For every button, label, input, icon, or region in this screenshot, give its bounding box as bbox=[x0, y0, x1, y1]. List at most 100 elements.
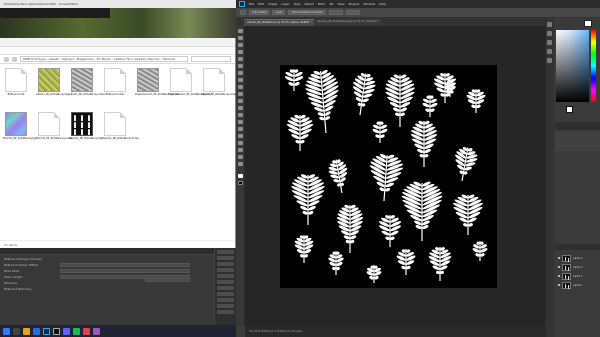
pen-tool-icon[interactable] bbox=[238, 127, 243, 131]
outliner-row[interactable] bbox=[217, 268, 234, 272]
detail-value-field[interactable] bbox=[60, 263, 190, 267]
gradient-tool-icon[interactable] bbox=[238, 106, 243, 110]
menu-file[interactable]: File bbox=[249, 2, 254, 6]
menu-select[interactable]: Select bbox=[305, 2, 314, 6]
eraser-tool-icon[interactable] bbox=[238, 99, 243, 103]
browser-icon[interactable] bbox=[33, 327, 40, 335]
music-icon[interactable] bbox=[73, 327, 80, 335]
outliner-row[interactable] bbox=[217, 280, 234, 284]
foreground-color-swatch[interactable] bbox=[238, 174, 243, 178]
chat-icon[interactable] bbox=[63, 327, 70, 335]
hand-tool-icon[interactable] bbox=[238, 155, 243, 159]
blur-tool-icon[interactable] bbox=[238, 113, 243, 117]
photoshop-logo-icon[interactable] bbox=[239, 1, 245, 7]
address-bar[interactable]: RMM Prototype › Assets › Stylized › Mega… bbox=[20, 56, 188, 62]
outliner-row[interactable] bbox=[217, 310, 234, 314]
layer-row[interactable]: Alpha 4 bbox=[558, 254, 598, 262]
outliner-row[interactable] bbox=[217, 274, 234, 278]
visibility-eye-icon[interactable] bbox=[558, 266, 560, 268]
channels-panel-header[interactable] bbox=[555, 244, 600, 250]
app-icon[interactable] bbox=[93, 327, 100, 335]
menu-edit[interactable]: Edit bbox=[258, 2, 264, 6]
color-field[interactable] bbox=[556, 30, 589, 102]
lasso-tool-icon[interactable] bbox=[238, 43, 243, 47]
history-icon[interactable] bbox=[547, 22, 552, 27]
fern-opacity-canvas[interactable] bbox=[280, 65, 497, 288]
forward-arrow-icon[interactable] bbox=[12, 56, 17, 62]
type-tool-icon[interactable] bbox=[238, 134, 243, 138]
visibility-eye-icon[interactable] bbox=[558, 275, 560, 277]
viewport-toolbar[interactable] bbox=[0, 8, 110, 18]
history-brush-tool-icon[interactable] bbox=[238, 92, 243, 96]
brush-settings-icon[interactable] bbox=[547, 40, 552, 45]
align-buttons[interactable] bbox=[328, 10, 343, 15]
file-item[interactable]: Displacement_8K_RoltaNucay.mlm bbox=[168, 68, 211, 108]
outliner-row[interactable] bbox=[217, 250, 234, 254]
background-color-swatch[interactable] bbox=[238, 181, 243, 185]
layers-panel-tabs[interactable] bbox=[555, 122, 600, 130]
folder-icon[interactable] bbox=[23, 327, 30, 335]
file-item[interactable]: Albedo_8K_RoltaNucay.tga bbox=[36, 68, 69, 108]
outliner-row[interactable] bbox=[217, 262, 234, 266]
menu-layer[interactable]: Layer bbox=[281, 2, 289, 6]
eyedropper-tool-icon[interactable] bbox=[238, 64, 243, 68]
color-swatch-secondary[interactable] bbox=[566, 106, 573, 113]
visibility-eye-icon[interactable] bbox=[558, 284, 560, 286]
layer-row[interactable]: Alpha 1 bbox=[558, 281, 598, 289]
menu-type[interactable]: Type bbox=[294, 2, 301, 6]
zoom-tool-icon[interactable] bbox=[238, 162, 243, 166]
search-input[interactable] bbox=[191, 56, 231, 62]
move-tool-icon[interactable] bbox=[238, 29, 243, 33]
document-tab-active[interactable]: Albedo_8K_RoltaNucay @ 33.3% (Alpha, RGB… bbox=[244, 19, 315, 26]
menu-3d[interactable]: 3D bbox=[329, 2, 333, 6]
menu-filter[interactable]: Filter bbox=[318, 2, 325, 6]
crop-tool-icon[interactable] bbox=[238, 57, 243, 61]
layer-row[interactable]: Alpha 3 bbox=[558, 263, 598, 271]
unreal-icon[interactable] bbox=[53, 327, 60, 335]
file-item[interactable]: Displacement_8K_RoltaNucay.index bbox=[135, 68, 179, 108]
path-selection-tool-icon[interactable] bbox=[238, 141, 243, 145]
start-icon[interactable] bbox=[3, 327, 10, 335]
menu-help[interactable]: Help bbox=[379, 2, 386, 6]
canvas-area[interactable] bbox=[245, 26, 545, 326]
menu-view[interactable]: View bbox=[337, 2, 344, 6]
outliner-row[interactable] bbox=[217, 304, 234, 308]
file-item[interactable]: Opacity_8K_RoltaNucay.tga bbox=[69, 112, 103, 152]
auto-select-target-dropdown[interactable]: Layer bbox=[272, 10, 286, 15]
search-icon[interactable] bbox=[13, 327, 20, 335]
file-item[interactable]: Normal_8K_RoltaNucay.index bbox=[36, 112, 72, 152]
menu-plugins[interactable]: Plugins bbox=[349, 2, 360, 6]
show-transform-checkbox[interactable]: Show Transform Controls bbox=[288, 10, 326, 15]
file-item[interactable]: Albedo_8K_RoltaNucay.index bbox=[69, 68, 105, 108]
explorer-titlebar[interactable] bbox=[0, 38, 235, 47]
move-tool-icon[interactable] bbox=[240, 10, 246, 15]
document-tab[interactable]: Opacity_8K_RoltaNucay.tga @ 33.3% (Gray/… bbox=[314, 19, 382, 26]
app-icon[interactable] bbox=[83, 327, 90, 335]
file-item[interactable]: Opacity_8K_RoltaNucay.index bbox=[102, 112, 139, 152]
dodge-tool-icon[interactable] bbox=[238, 120, 243, 124]
color-swatch-current[interactable] bbox=[584, 20, 592, 27]
outliner-row[interactable] bbox=[217, 298, 234, 302]
dropdown-field[interactable] bbox=[145, 278, 190, 282]
menu-image[interactable]: Image bbox=[268, 2, 277, 6]
file-item[interactable]: Normal_8K_RoltaNucay.tga bbox=[3, 112, 37, 152]
file-item[interactable]: Billboard.index bbox=[102, 68, 128, 108]
outliner-row[interactable] bbox=[217, 286, 234, 290]
brush-tool-icon[interactable] bbox=[238, 78, 243, 82]
stamp-tool-icon[interactable] bbox=[238, 85, 243, 89]
healing-tool-icon[interactable] bbox=[238, 71, 243, 75]
menu-window[interactable]: Window bbox=[363, 2, 375, 6]
shape-tool-icon[interactable] bbox=[238, 148, 243, 152]
outliner-row[interactable] bbox=[217, 292, 234, 296]
properties-icon[interactable] bbox=[547, 31, 552, 36]
magic-wand-tool-icon[interactable] bbox=[238, 50, 243, 54]
auto-select-checkbox[interactable]: Auto-Select bbox=[249, 10, 270, 15]
file-item[interactable]: Billboard.mat bbox=[3, 68, 29, 108]
layer-row[interactable]: Alpha 2 bbox=[558, 272, 598, 280]
marquee-tool-icon[interactable] bbox=[238, 36, 243, 40]
detail-value-field[interactable] bbox=[60, 269, 190, 273]
paragraph-icon[interactable] bbox=[547, 58, 552, 63]
photoshop-icon[interactable] bbox=[43, 327, 50, 335]
distribute-buttons[interactable] bbox=[345, 10, 360, 15]
character-icon[interactable] bbox=[547, 49, 552, 54]
